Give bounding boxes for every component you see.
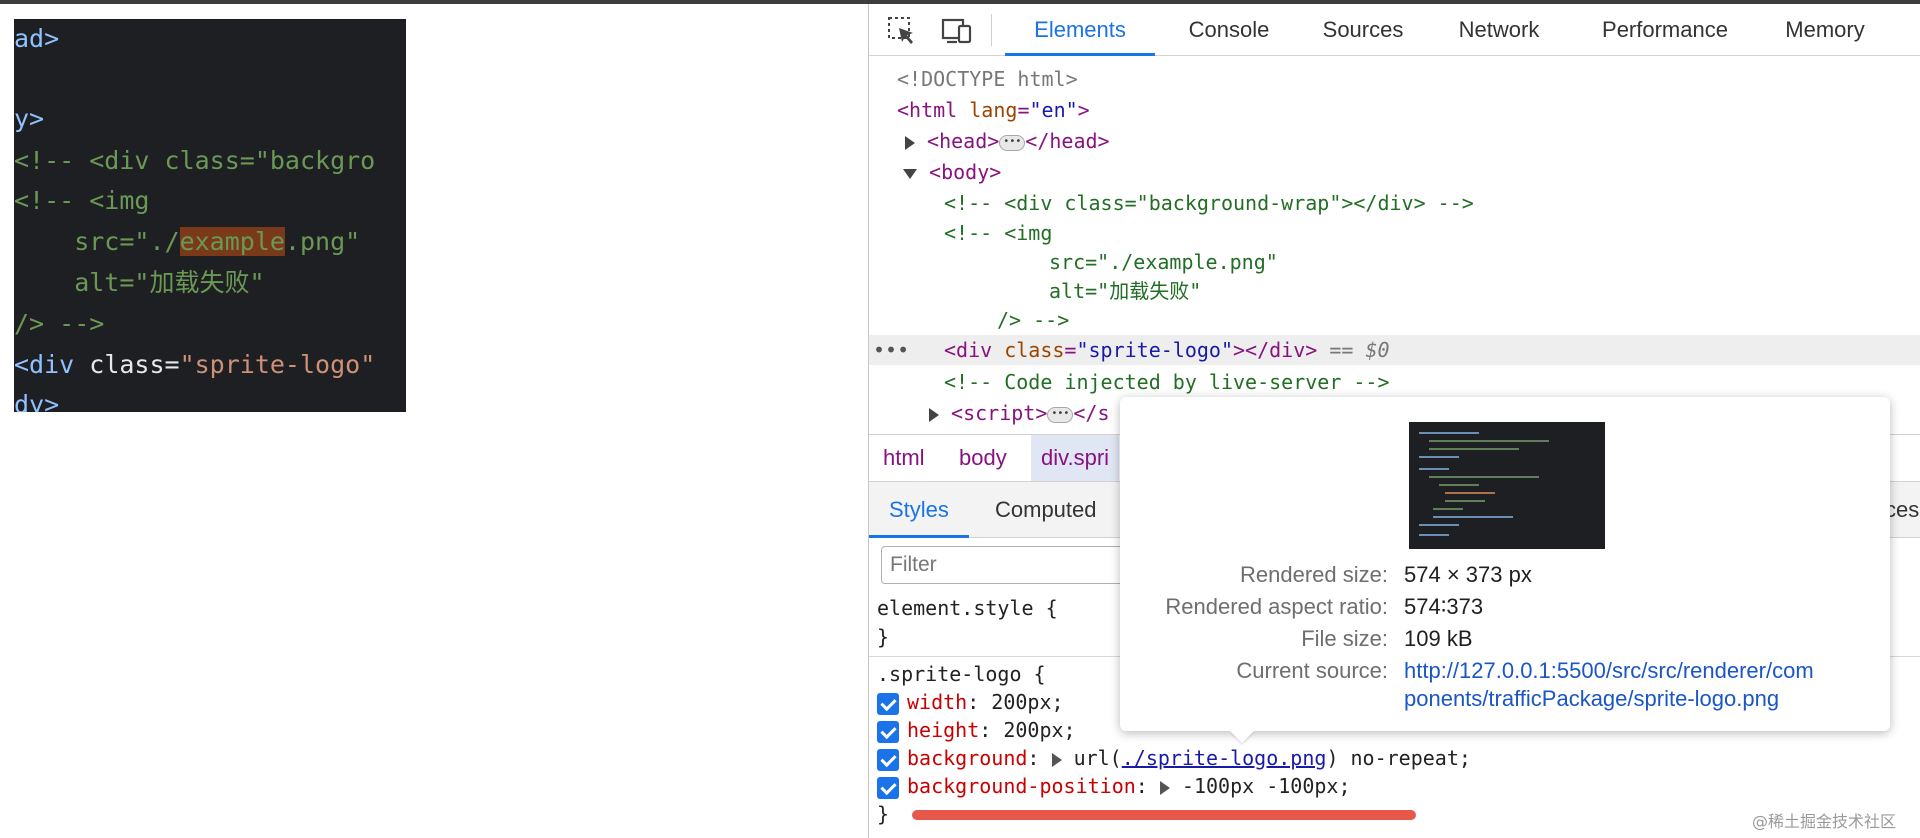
devtools-tabbar: Elements Console Sources Network Perform… xyxy=(869,4,1920,56)
css-declaration-height[interactable]: height: 200px; xyxy=(877,716,1076,744)
tab-console[interactable]: Console xyxy=(1169,4,1289,56)
property-checkbox[interactable] xyxy=(877,720,899,743)
expand-arrow-icon[interactable] xyxy=(929,407,939,422)
rule-selector[interactable]: .sprite-logo { xyxy=(877,660,1046,688)
tab-elements[interactable]: Elements xyxy=(1005,4,1155,56)
search-highlight: example xyxy=(179,227,285,256)
dom-node-doctype[interactable]: <!DOCTYPE html> xyxy=(869,64,1920,94)
dom-node-html[interactable]: <html lang="en"> xyxy=(869,95,1920,125)
dom-node-comment[interactable]: <!-- Code injected by live-server --> xyxy=(869,367,1920,397)
more-options-icon[interactable]: ••• xyxy=(873,335,909,365)
code-editor-image: ad> y> <!-- <div class="backgro <!-- <im… xyxy=(14,19,406,412)
dom-node-selected[interactable]: ••• <div class="sprite-logo"></div> == $0 xyxy=(869,335,1920,365)
tab-styles[interactable]: Styles xyxy=(869,482,969,538)
editor-line: alt="加载失败" xyxy=(14,268,265,297)
editor-line: <div class="sprite-logo" xyxy=(14,350,376,379)
tab-sources[interactable]: Sources xyxy=(1301,4,1425,56)
collapse-arrow-icon[interactable] xyxy=(903,168,917,179)
dom-node-comment[interactable]: <!-- <img xyxy=(869,218,1920,248)
dom-node-comment[interactable]: <!-- <div class="background-wrap"></div>… xyxy=(869,188,1920,218)
dom-node-head[interactable]: <head></head> xyxy=(869,126,1920,157)
annotation-underline xyxy=(912,810,1416,820)
editor-line: <!-- <img xyxy=(14,186,150,215)
dom-node-body[interactable]: <body> xyxy=(869,157,1920,187)
dom-node-comment: /> --> xyxy=(997,308,1070,332)
image-preview-tooltip: Rendered size: 574 × 373 px Rendered asp… xyxy=(1120,397,1890,731)
dom-tree: <!DOCTYPE html> <html lang="en"> <head><… xyxy=(869,60,1920,436)
toolbar-separator xyxy=(991,14,992,46)
property-checkbox[interactable] xyxy=(877,776,899,799)
expand-arrow-icon[interactable] xyxy=(1159,780,1170,795)
tab-network[interactable]: Network xyxy=(1435,4,1563,56)
breadcrumb-div-sprite-logo[interactable]: div.spri xyxy=(1031,435,1120,481)
rule-close-brace: } xyxy=(877,625,890,649)
editor-line: src="./example.png" xyxy=(14,227,361,256)
editor-line: dy> xyxy=(14,390,60,412)
dom-node-comment: src="./example.png" xyxy=(1049,250,1278,274)
editor-line: <!-- <div class="backgro xyxy=(14,146,376,175)
expand-arrow-icon[interactable] xyxy=(1051,752,1062,767)
watermark: @稀土掘金技术社区 xyxy=(1752,812,1897,831)
tab-memory[interactable]: Memory xyxy=(1769,4,1881,56)
rule-close-brace: } xyxy=(877,802,890,826)
element-style-selector[interactable]: element.style { xyxy=(877,594,1058,622)
dom-node-comment: alt="加载失败" xyxy=(1049,279,1202,303)
inspect-element-icon[interactable] xyxy=(887,16,917,46)
editor-line: ad> xyxy=(14,24,60,53)
property-checkbox[interactable] xyxy=(877,748,899,771)
ellipsis-icon[interactable] xyxy=(999,127,1026,157)
property-checkbox[interactable] xyxy=(877,692,899,715)
ellipsis-icon[interactable] xyxy=(1047,399,1074,429)
css-declaration-background[interactable]: background: url(./sprite-logo.png) no-re… xyxy=(877,744,1471,772)
background-image-link[interactable]: ./sprite-logo.png xyxy=(1122,746,1327,770)
editor-line: /> --> xyxy=(14,309,105,338)
css-declaration-background-position[interactable]: background-position: -100px -100px; xyxy=(877,772,1351,800)
tab-computed[interactable]: Computed xyxy=(995,482,1097,538)
image-thumbnail xyxy=(1409,422,1605,549)
tab-performance[interactable]: Performance xyxy=(1579,4,1751,56)
css-declaration-width[interactable]: width: 200px; xyxy=(877,688,1064,716)
device-toolbar-icon[interactable] xyxy=(941,16,972,46)
editor-line: y> xyxy=(14,104,45,133)
breadcrumb-html[interactable]: html xyxy=(883,435,925,481)
expand-arrow-icon[interactable] xyxy=(905,135,915,150)
tab-partial[interactable]: ces xyxy=(1885,482,1919,538)
source-url-link[interactable]: http://127.0.0.1:5500/src/src/renderer/c… xyxy=(1404,657,1874,713)
breadcrumb-body[interactable]: body xyxy=(959,435,1007,481)
